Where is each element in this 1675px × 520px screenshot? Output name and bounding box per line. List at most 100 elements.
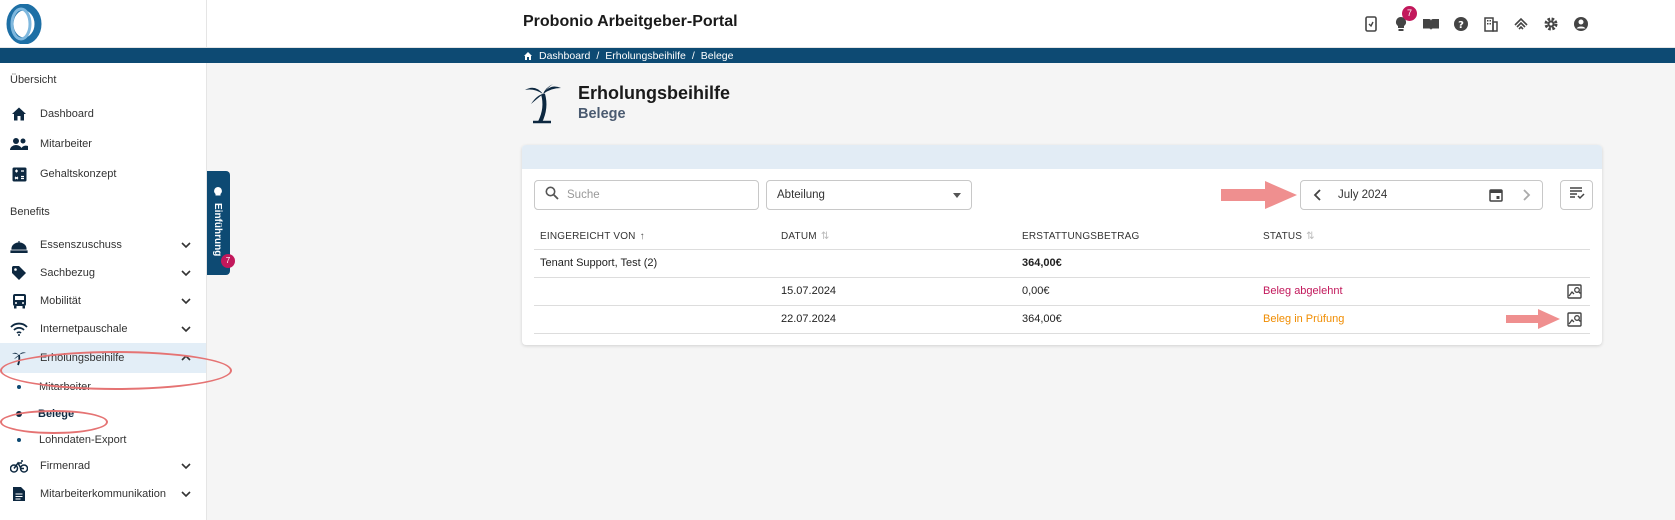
column-header-eingereicht[interactable]: EINGEREICHT VON ↑	[534, 225, 775, 250]
table-row[interactable]: 15.07.2024 0,00€ Beleg abgelehnt	[534, 277, 1590, 306]
table-row[interactable]: 22.07.2024 364,00€ Beleg in Prüfung	[534, 305, 1590, 334]
total-amount-cell: 364,00€	[1016, 249, 1257, 278]
department-select-value: Abteilung	[777, 189, 825, 201]
chevron-down-icon	[180, 294, 192, 312]
bike-icon	[10, 457, 28, 475]
date-cell: 22.07.2024	[775, 305, 1016, 334]
breadcrumb-separator: /	[596, 49, 600, 62]
breadcrumb-separator: /	[691, 49, 695, 62]
intro-badge: 7	[221, 254, 235, 268]
department-select[interactable]: Abteilung	[766, 180, 972, 210]
sidebar-item-label: Gehaltskonzept	[40, 168, 117, 180]
fingerprint-icon[interactable]	[1510, 13, 1532, 35]
sidebar-item-label: Sachbezug	[40, 267, 96, 279]
bullet-icon	[17, 385, 21, 389]
people-icon	[10, 135, 28, 153]
help-icon[interactable]: ?	[1450, 13, 1472, 35]
chevron-down-icon	[180, 459, 192, 477]
sidebar-subitem-label: Lohndaten-Export	[39, 434, 127, 446]
book-icon[interactable]	[1420, 13, 1442, 35]
chevron-down-icon	[180, 266, 192, 284]
breadcrumb-bar: Dashboard / Erholungsbeihilfe / Belege	[0, 48, 1675, 63]
sidebar-item-firmenrad[interactable]: Firmenrad	[0, 451, 206, 481]
building-icon[interactable]	[1480, 13, 1502, 35]
sidebar-item-essenszuschuss[interactable]: Essenszuschuss	[0, 230, 206, 260]
annotation-arrow	[1221, 181, 1297, 209]
annotation-ellipse	[0, 351, 232, 390]
receipts-table: EINGEREICHT VON ↑ DATUM ⇅ ERSTATTUNGSBETRA…	[534, 225, 1590, 334]
month-picker[interactable]: July 2024	[1300, 180, 1543, 210]
chevron-down-icon	[180, 238, 192, 256]
export-button[interactable]	[1560, 180, 1593, 210]
receipt-preview-icon[interactable]	[1567, 311, 1582, 330]
food-icon	[10, 236, 28, 254]
svg-text:?: ?	[1458, 20, 1464, 31]
bullet-icon	[17, 438, 21, 442]
status-text: Beleg in Prüfung	[1263, 313, 1345, 325]
submitter-cell	[534, 277, 775, 306]
sidebar-item-internetpauschale[interactable]: Internetpauschale	[0, 314, 206, 344]
column-header-status[interactable]: STATUS ⇅	[1257, 225, 1590, 250]
wifi-icon	[10, 320, 28, 338]
sort-icon: ⇅	[820, 231, 830, 243]
table-header-row: EINGEREICHT VON ↑ DATUM ⇅ ERSTATTUNGSBETRA…	[534, 225, 1590, 250]
search-field[interactable]	[534, 180, 759, 210]
top-bar: Probonio Arbeitgeber-Portal 7 ?	[0, 0, 1675, 48]
breadcrumb: Dashboard / Erholungsbeihilfe / Belege	[523, 48, 733, 63]
search-icon	[545, 186, 559, 205]
section-title-benefits: Benefits	[10, 206, 50, 218]
receipts-card: Abteilung July 2024 EINGEREICHT VON↑ DAT…	[522, 145, 1602, 345]
sidebar-item-mobilitaet[interactable]: Mobilität	[0, 286, 206, 316]
status-cell: Beleg abgelehnt	[1257, 277, 1590, 306]
notification-badge: 7	[1402, 6, 1417, 21]
sidebar-item-label: Essenszuschuss	[40, 239, 122, 251]
calculator-icon	[10, 165, 28, 183]
logo[interactable]	[0, 0, 207, 48]
sidebar-item-label: Mitarbeiterkommunikation	[40, 488, 166, 500]
section-title-overview: Übersicht	[10, 74, 57, 86]
date-cell: 15.07.2024	[775, 277, 1016, 306]
status-cell	[1257, 249, 1590, 278]
column-header-label: ERSTATTUNGSBETRAG	[1022, 231, 1140, 243]
mobile-icon[interactable]	[1360, 13, 1382, 35]
sort-icon: ⇅	[1306, 231, 1315, 243]
chevron-left-icon[interactable]	[1311, 188, 1325, 207]
account-icon[interactable]	[1570, 13, 1592, 35]
sidebar-item-label: Dashboard	[40, 108, 94, 120]
submitter-cell	[534, 305, 775, 334]
column-header-betrag: ERSTATTUNGSBETRAG	[1016, 225, 1257, 250]
sidebar-item-gehaltskonzept[interactable]: Gehaltskonzept	[0, 159, 206, 189]
sidebar-item-label: Internetpauschale	[40, 323, 128, 335]
search-input[interactable]	[567, 189, 737, 201]
sidebar-item-mitarbeiterkommunikation[interactable]: Mitarbeiterkommunikation	[0, 479, 206, 509]
submitter-cell: Tenant Support, Test (2)	[534, 249, 775, 278]
bus-icon	[10, 292, 28, 310]
date-cell	[775, 249, 1016, 278]
lightbulb-icon[interactable]: 7	[1390, 6, 1417, 35]
breadcrumb-belege: Belege	[700, 49, 734, 62]
annotation-arrow	[1506, 309, 1560, 329]
palm-tree-icon	[525, 84, 561, 124]
sidebar-item-mitarbeiter[interactable]: Mitarbeiter	[0, 129, 206, 159]
sort-asc-icon: ↑	[639, 231, 645, 243]
home-icon	[524, 51, 532, 60]
app-title: Probonio Arbeitgeber-Portal	[523, 13, 738, 30]
document-icon	[10, 485, 28, 503]
column-header-label: DATUM	[781, 231, 817, 243]
probonio-logo-icon	[6, 4, 42, 44]
dropdown-arrow-icon	[953, 193, 961, 198]
settings-icon[interactable]	[1540, 13, 1562, 35]
breadcrumb-erholungsbeihilfe[interactable]: Erholungsbeihilfe	[605, 50, 686, 62]
breadcrumb-dashboard[interactable]: Dashboard	[539, 50, 590, 62]
column-header-datum[interactable]: DATUM ⇅	[775, 225, 1016, 250]
receipt-preview-icon[interactable]	[1567, 283, 1582, 302]
month-value: July 2024	[1338, 189, 1388, 201]
table-group-row[interactable]: Tenant Support, Test (2) 364,00€	[534, 249, 1590, 278]
sidebar-item-sachbezug[interactable]: Sachbezug	[0, 258, 206, 288]
intro-tab-label: Einführung	[212, 203, 223, 257]
list-export-icon	[1569, 186, 1585, 205]
calendar-icon[interactable]	[1489, 188, 1503, 207]
sidebar-item-dashboard[interactable]: Dashboard	[0, 99, 206, 129]
tag-icon	[10, 264, 28, 282]
chevron-right-icon[interactable]	[1519, 188, 1533, 207]
